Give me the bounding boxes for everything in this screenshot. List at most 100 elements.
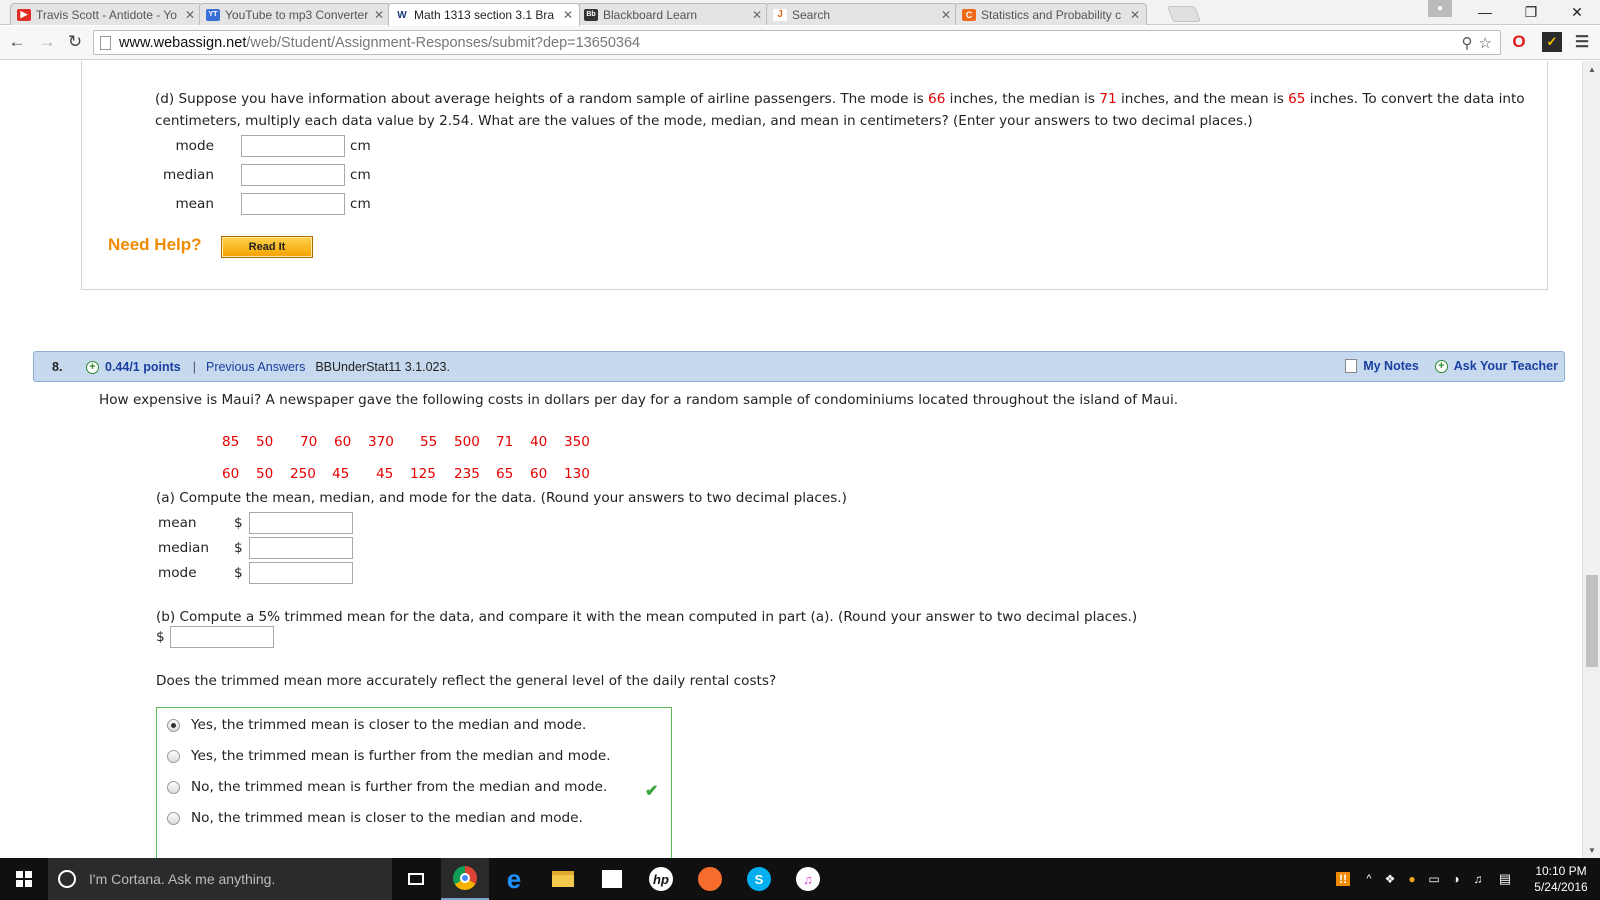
median-input[interactable] <box>249 537 353 559</box>
close-icon[interactable]: ✕ <box>563 8 573 22</box>
skype-taskbar-icon[interactable]: S <box>735 858 783 900</box>
back-arrow-icon[interactable]: ← <box>6 31 28 53</box>
file-explorer-icon[interactable] <box>539 858 587 900</box>
bookmark-star-icon[interactable]: ☆ <box>1479 34 1492 52</box>
mode-input[interactable] <box>249 562 353 584</box>
show-hidden-icons-icon[interactable]: ^ <box>1360 858 1378 900</box>
radio-button-selected[interactable] <box>167 718 180 732</box>
address-bar[interactable]: www.webassign.net/web/Student/Assignment… <box>93 30 1501 55</box>
tab-title: Statistics and Probability c <box>981 7 1122 22</box>
tab-title: YouTube to mp3 Converter <box>225 7 369 22</box>
itunes-taskbar-icon[interactable]: ♫ <box>784 858 832 900</box>
forward-arrow-icon[interactable]: → <box>36 31 58 53</box>
close-icon[interactable]: ✕ <box>1130 8 1140 22</box>
option-label: Yes, the trimmed mean is closer to the m… <box>191 717 587 733</box>
wifi-icon[interactable]: ◑ <box>1446 858 1466 900</box>
mean-value: 65 <box>1288 91 1306 107</box>
part-d-text-2: inches, the median is <box>945 91 1100 107</box>
option-1[interactable]: Yes, the trimmed mean is closer to the m… <box>167 717 586 733</box>
read-it-button[interactable]: Read It <box>221 236 313 258</box>
scroll-down-icon[interactable]: ▼ <box>1583 842 1600 858</box>
tab-math-1313[interactable]: W Math 1313 section 3.1 Bra ✕ <box>388 3 580 26</box>
origin-taskbar-icon[interactable] <box>686 858 734 900</box>
close-icon[interactable]: ✕ <box>185 8 195 22</box>
tab-youtube-mp3[interactable]: YT YouTube to mp3 Converter ✕ <box>199 3 391 25</box>
data-value: 70 <box>300 434 318 450</box>
mode-cm-input[interactable] <box>241 135 345 157</box>
menu-icon[interactable]: ☰ <box>1572 32 1592 52</box>
page-scrollbar[interactable]: ▲ ▼ <box>1582 61 1600 858</box>
hp-taskbar-icon[interactable]: hp <box>637 858 685 900</box>
yt-mp3-icon: YT <box>206 8 220 21</box>
data-value: 65 <box>496 466 514 482</box>
task-view-icon[interactable] <box>392 858 440 900</box>
dollar-prefix: $ <box>234 540 243 556</box>
scrollbar-thumb[interactable] <box>1586 575 1598 667</box>
browser-toolbar: ← → ↻ www.webassign.net/web/Student/Assi… <box>0 26 1600 60</box>
tab-title: Math 1313 section 3.1 Bra <box>414 8 555 22</box>
field-label: mean <box>175 196 214 212</box>
restore-button[interactable]: ❐ <box>1508 0 1554 24</box>
ask-teacher-link[interactable]: Ask Your Teacher <box>1454 359 1558 373</box>
radio-button[interactable] <box>167 811 180 825</box>
close-window-button[interactable]: ✕ <box>1554 0 1600 24</box>
cm-mode-row: mode cm <box>150 135 371 157</box>
tab-travis-scott[interactable]: ▶ Travis Scott - Antidote - Yo ✕ <box>10 3 202 25</box>
radio-button[interactable] <box>167 749 180 763</box>
opera-icon[interactable]: O <box>1509 32 1529 52</box>
field-label: median <box>163 167 214 183</box>
plus-icon[interactable]: + <box>86 360 99 374</box>
notification-alert-icon[interactable]: !! <box>1328 858 1358 900</box>
new-tab-button[interactable] <box>1167 6 1201 22</box>
chrome-taskbar-icon[interactable] <box>441 858 489 900</box>
volume-icon[interactable]: ♫ <box>1468 858 1488 900</box>
my-notes-link[interactable]: My Notes <box>1363 359 1419 373</box>
store-taskbar-icon[interactable] <box>588 858 636 900</box>
edge-taskbar-icon[interactable]: e <box>490 858 538 900</box>
cortana-icon <box>58 870 76 888</box>
option-3[interactable]: No, the trimmed mean is further from the… <box>167 779 607 795</box>
part-a-text: (a) Compute the mean, median, and mode f… <box>156 490 847 506</box>
webassign-icon: W <box>395 9 409 21</box>
battery-icon[interactable]: ▭ <box>1424 858 1444 900</box>
browser-tab-strip: ▶ Travis Scott - Antidote - Yo ✕ YT YouT… <box>0 0 1600 26</box>
mean-input[interactable] <box>249 512 353 534</box>
mode-value: 66 <box>928 91 946 107</box>
minimize-button[interactable]: — <box>1462 0 1508 24</box>
checker-extension-icon[interactable]: ✓ <box>1542 32 1562 52</box>
question-code: BBUnderStat11 3.1.023. <box>315 360 450 374</box>
taskbar-clock[interactable]: 10:10 PM 5/24/2016 <box>1526 863 1596 895</box>
a-median-row: median $ <box>158 537 353 559</box>
tray-app-icon[interactable]: ● <box>1402 858 1422 900</box>
windows-start-icon[interactable] <box>0 858 48 900</box>
field-label: median <box>158 540 209 556</box>
action-center-icon[interactable]: ▤ <box>1494 858 1516 900</box>
scroll-up-icon[interactable]: ▲ <box>1583 61 1600 77</box>
reload-icon[interactable]: ↻ <box>64 31 86 53</box>
dropbox-tray-icon[interactable]: ❖ <box>1380 858 1400 900</box>
option-4[interactable]: No, the trimmed mean is closer to the me… <box>167 810 583 826</box>
mean-cm-input[interactable] <box>241 193 345 215</box>
windows-taskbar: I'm Cortana. Ask me anything. e hp S ♫ !… <box>0 858 1600 900</box>
profile-icon[interactable]: ● <box>1428 0 1452 17</box>
tab-blackboard[interactable]: Bb Blackboard Learn ✕ <box>577 3 769 25</box>
data-value: 235 <box>454 466 480 482</box>
points-group: + 0.44/1 points | Previous Answers BBUnd… <box>86 360 450 374</box>
median-cm-input[interactable] <box>241 164 345 186</box>
tab-search[interactable]: J Search ✕ <box>766 3 958 25</box>
option-2[interactable]: Yes, the trimmed mean is further from th… <box>167 748 611 764</box>
close-icon[interactable]: ✕ <box>374 8 384 22</box>
previous-answers-link[interactable]: Previous Answers <box>206 360 305 374</box>
close-icon[interactable]: ✕ <box>941 8 951 22</box>
data-value: 45 <box>332 466 350 482</box>
cortana-search-box[interactable]: I'm Cortana. Ask me anything. <box>48 858 392 900</box>
chegg-icon: C <box>962 8 976 21</box>
question-number: 8. <box>52 360 63 374</box>
part-d-text-1: (d) Suppose you have information about a… <box>155 91 929 107</box>
trimmed-mean-input[interactable] <box>170 626 274 648</box>
tab-statistics[interactable]: C Statistics and Probability c ✕ <box>955 3 1147 25</box>
zoom-icon[interactable]: ⚲ <box>1462 34 1473 52</box>
close-icon[interactable]: ✕ <box>752 8 762 22</box>
points-link[interactable]: 0.44/1 points <box>105 360 181 374</box>
radio-button[interactable] <box>167 780 180 794</box>
